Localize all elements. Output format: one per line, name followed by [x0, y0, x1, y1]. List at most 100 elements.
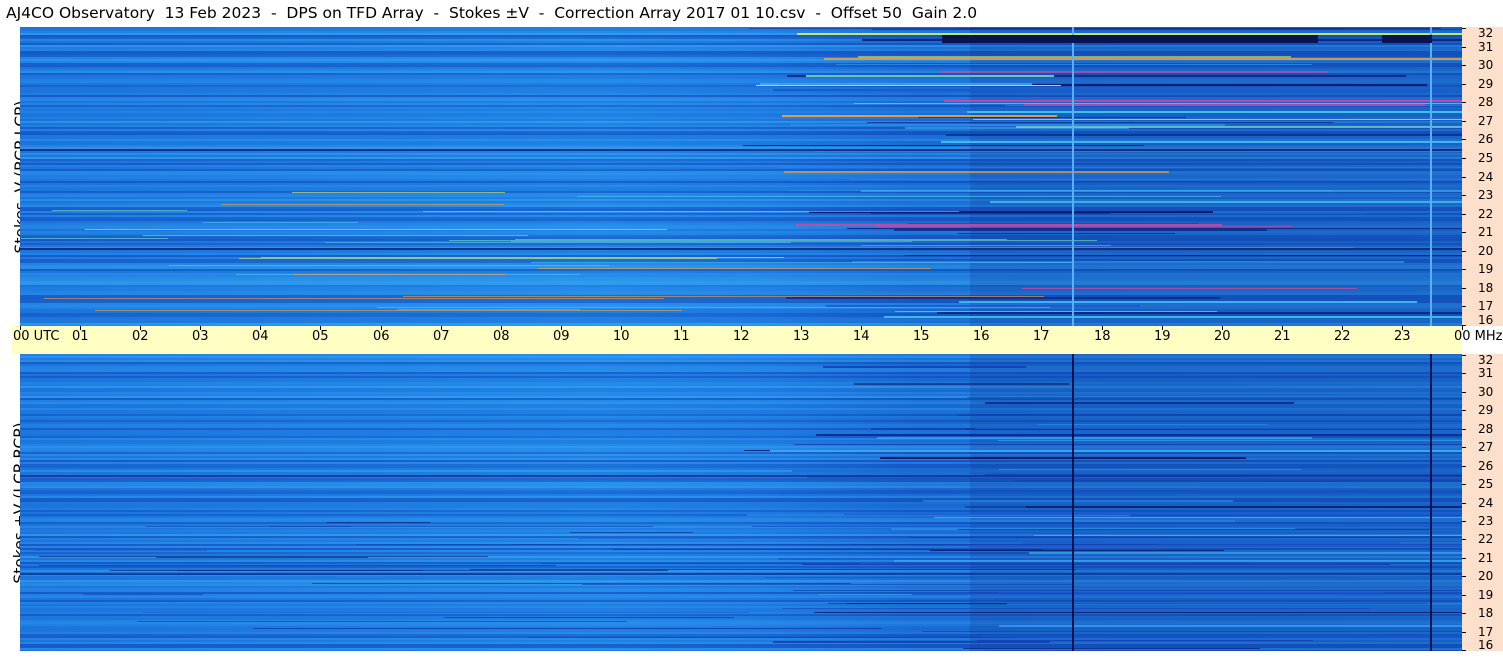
hour-label: 21 — [1274, 329, 1291, 344]
freq-tick-label: 32 — [1478, 353, 1494, 367]
freq-tick-label: 21 — [1478, 225, 1494, 239]
spectrogram-band — [793, 590, 1462, 591]
spectrogram-band — [934, 517, 1462, 518]
top-frequency-axis: 16 17 18 19 20 21 22 23 24 25 26 27 28 29 30 31 32 — [1462, 27, 1503, 326]
spectrogram-band — [967, 111, 1462, 113]
spectrogram-band — [137, 621, 627, 622]
spectrogram-band — [832, 520, 1235, 522]
freq-tick — [1462, 47, 1466, 48]
freq-tick-label: 21 — [1478, 551, 1494, 565]
hour-label: 00 MHz — [1454, 329, 1503, 344]
spectrogram-band — [613, 549, 1043, 550]
spectrogram-band — [854, 383, 1069, 385]
spectrogram-band — [794, 444, 1462, 445]
spectrogram-band — [1007, 603, 1462, 605]
hour-label: 17 — [1033, 329, 1050, 344]
spectrogram-band — [894, 229, 1267, 231]
spectrogram-band — [854, 103, 1462, 104]
spectrogram-band — [39, 565, 556, 566]
spectrogram-band — [946, 134, 1462, 136]
freq-tick-label: 23 — [1478, 514, 1494, 528]
freq-tick — [1462, 65, 1466, 66]
freq-tick-label: 25 — [1478, 477, 1494, 491]
freq-tick — [1462, 177, 1466, 178]
spectrogram-band — [957, 414, 1462, 416]
spectrogram-band — [20, 248, 1462, 250]
spectrogram-band — [975, 428, 1462, 429]
spectrogram-band — [770, 450, 1462, 452]
spectrogram-band — [531, 262, 1073, 263]
spectrogram-band — [582, 584, 1072, 585]
freq-tick — [1462, 214, 1466, 215]
freq-tick-label: 31 — [1478, 366, 1494, 380]
freq-tick-label: 19 — [1478, 588, 1494, 602]
freq-tick — [1462, 447, 1466, 448]
freq-tick — [1462, 595, 1466, 596]
freq-tick-label: 26 — [1478, 132, 1494, 146]
hour-label: 12 — [733, 329, 750, 344]
spectrogram-band — [513, 544, 930, 545]
spectrogram-band — [169, 265, 609, 266]
freq-tick — [1462, 392, 1466, 393]
freq-tick-label: 31 — [1478, 40, 1494, 54]
spectrogram-band — [867, 122, 1333, 123]
spectrogram-band — [449, 240, 1097, 241]
spectrogram-band — [577, 196, 1221, 197]
freq-tick — [1462, 466, 1466, 467]
hour-label: 23 — [1394, 329, 1411, 344]
spectrogram-band — [844, 514, 1462, 515]
freq-tick-label: 25 — [1478, 151, 1494, 165]
spectrogram-band — [21, 238, 168, 239]
spectrogram-band — [253, 628, 882, 629]
spectrogram-band — [982, 636, 1462, 638]
spectrogram-band — [423, 211, 959, 212]
spectrogram-band — [20, 475, 1462, 477]
hour-label: 18 — [1094, 329, 1111, 344]
spectrogram-band — [782, 608, 1369, 609]
spectrogram-band — [1026, 506, 1462, 508]
freq-tick — [1462, 28, 1466, 29]
spectrogram-band — [773, 89, 1446, 91]
spectrogram-band — [977, 640, 1313, 641]
freq-tick-label: 32 — [1478, 26, 1494, 40]
freq-tick-label: 16 — [1478, 638, 1494, 652]
spectrogram-artifact-line — [1072, 354, 1074, 651]
spectrogram-band — [397, 309, 580, 310]
freq-tick — [1462, 632, 1466, 633]
spectrogram-band — [444, 617, 734, 618]
spectrogram-band — [905, 255, 1462, 256]
spectrogram-band — [999, 625, 1462, 627]
freq-tick — [1462, 521, 1466, 522]
freq-tick-label: 18 — [1478, 281, 1494, 295]
freq-tick-label: 29 — [1478, 77, 1494, 91]
spectrogram-band — [403, 296, 1044, 297]
hour-label: 02 — [132, 329, 149, 344]
spectrogram-band — [44, 298, 664, 299]
spectrogram-band — [959, 301, 1417, 303]
spectrogram-band — [1016, 126, 1462, 128]
spectrogram-band — [894, 560, 1462, 562]
spectrogram-band — [1024, 104, 1425, 106]
spectrogram-band — [937, 312, 1462, 314]
spectrogram-band — [967, 397, 1462, 398]
spectrogram-band — [1015, 480, 1462, 482]
spectrogram-band — [538, 268, 931, 269]
bottom-spectrogram — [20, 354, 1462, 651]
hour-label: 08 — [493, 329, 510, 344]
hour-label: 22 — [1334, 329, 1351, 344]
spectrogram-band — [816, 434, 1462, 436]
freq-tick — [1462, 84, 1466, 85]
spectrogram-band — [870, 213, 1110, 214]
hour-label: 16 — [973, 329, 990, 344]
hour-label: 05 — [312, 329, 329, 344]
spectrogram-band — [239, 258, 717, 259]
spectrogram-band — [985, 402, 1294, 404]
spectrogram-band — [958, 233, 1175, 234]
spectrogram-band — [802, 564, 1390, 565]
bottom-frequency-axis: 16 17 18 19 20 21 22 23 24 25 26 27 28 29 30 31 32 — [1462, 354, 1503, 651]
spectrogram-band — [34, 550, 207, 551]
spectrogram-band — [773, 641, 1050, 643]
hour-label: 07 — [433, 329, 450, 344]
spectrogram-band — [970, 354, 1462, 651]
spectrogram-band — [325, 242, 791, 243]
